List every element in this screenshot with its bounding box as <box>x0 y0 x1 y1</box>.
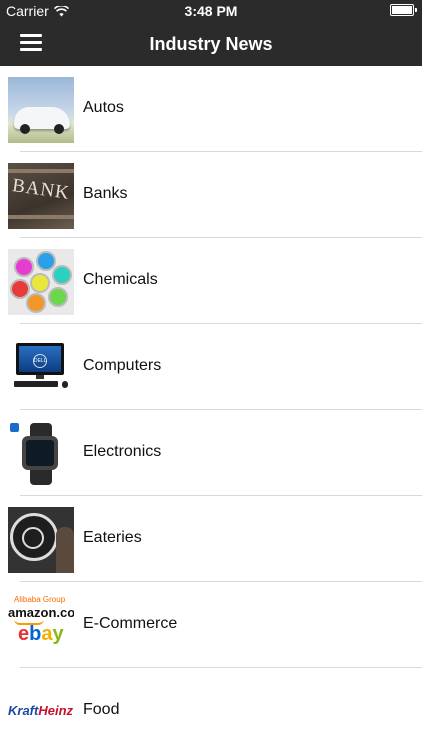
list-item-autos[interactable]: Autos <box>0 66 422 152</box>
list-item-eateries[interactable]: Eateries <box>0 496 422 582</box>
computers-thumbnail: DELL <box>8 335 74 401</box>
electronics-thumbnail <box>8 421 74 487</box>
ecommerce-thumbnail: Alibaba Group amazon.com ebay <box>8 593 74 659</box>
food-thumbnail: KraftHeinz <box>8 679 74 745</box>
chemicals-thumbnail <box>8 249 74 315</box>
autos-thumbnail <box>8 77 74 143</box>
list-item-label: Eateries <box>83 529 142 546</box>
list-item-label: Food <box>83 701 120 718</box>
list-item-electronics[interactable]: Electronics <box>0 410 422 496</box>
status-time: 3:48 PM <box>184 3 238 19</box>
navigation-bar: Industry News <box>0 22 422 66</box>
battery-icon <box>390 4 417 16</box>
list-item-label: E-Commerce <box>83 615 178 632</box>
eateries-thumbnail <box>8 507 74 573</box>
page-title: Industry News <box>149 34 273 54</box>
list-item-ecommerce[interactable]: Alibaba Group amazon.com ebay E-Commerce <box>0 582 422 668</box>
status-bar: Carrier 3:48 PM <box>0 0 422 22</box>
list-item-banks[interactable]: BANK Banks <box>0 152 422 238</box>
ebay-logo: ebay <box>18 623 64 645</box>
list-item-label: Computers <box>83 357 162 374</box>
banks-thumbnail: BANK <box>8 163 74 229</box>
industry-list: Autos BANK Banks Chemicals DELL Computer… <box>0 66 422 754</box>
list-item-label: Autos <box>83 99 124 116</box>
list-item-computers[interactable]: DELL Computers <box>0 324 422 410</box>
list-item-label: Banks <box>83 185 128 202</box>
list-item-food[interactable]: KraftHeinz Food <box>0 668 422 754</box>
list-item-label: Electronics <box>83 443 162 460</box>
list-item-label: Chemicals <box>83 271 158 288</box>
list-item-chemicals[interactable]: Chemicals <box>0 238 422 324</box>
bluetooth-icon <box>10 423 19 432</box>
